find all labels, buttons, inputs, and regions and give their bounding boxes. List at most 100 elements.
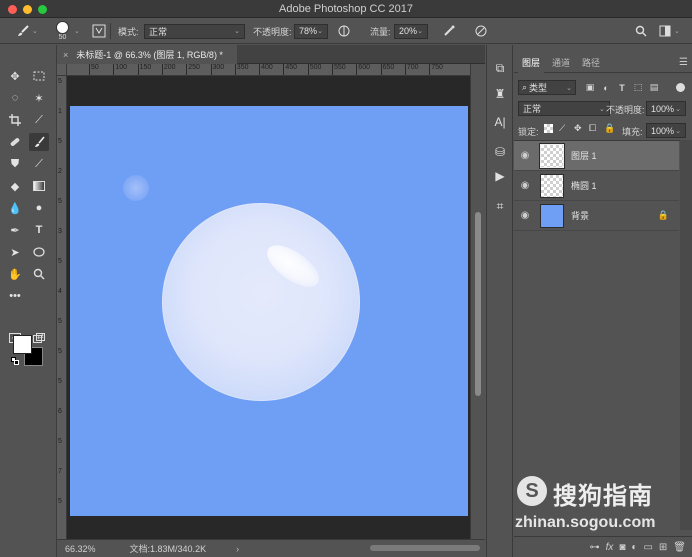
clone-stamp-tool[interactable]: ⛊ [5, 155, 25, 173]
blend-mode-select[interactable]: 正常 ⌄ [518, 101, 610, 116]
fill-input[interactable]: 100% ⌄ [646, 123, 686, 138]
document-tab[interactable]: × 未标题-1 @ 66.3% (图层 1, RGB/8) * [57, 45, 237, 64]
panel-menu-icon[interactable]: ☰ [679, 57, 688, 68]
add-mask-icon[interactable]: ◙ [619, 542, 625, 553]
filter-pixel-icon[interactable]: ▣ [584, 81, 596, 94]
new-group-icon[interactable]: ▭ [643, 542, 652, 553]
document-size: 文档:1.83M/340.2K [129, 544, 207, 554]
crop-icon[interactable]: ⌗ [491, 197, 509, 215]
filter-toggle[interactable] [676, 83, 685, 92]
character-panel-button[interactable]: A| [491, 113, 509, 131]
layer-opacity-input[interactable]: 100% ⌄ [646, 101, 686, 116]
flow-input[interactable]: 20% ⌄ [394, 23, 428, 39]
ruler-tick: 50 [89, 64, 99, 75]
layers-scrollbar[interactable] [680, 140, 692, 530]
delete-layer-icon[interactable]: 🗑 [673, 542, 686, 553]
history-brush-tool[interactable]: ⟋ [29, 155, 49, 173]
lock-icon: 🔒 [657, 210, 669, 220]
crop-tool[interactable] [5, 111, 25, 129]
brush-size-chevron[interactable]: ⌄ [74, 18, 80, 44]
brush-tool-preset[interactable]: ⌄ [14, 18, 38, 44]
workspace-switcher[interactable]: ⌄ [656, 18, 680, 44]
move-tool[interactable]: ✥ [5, 67, 25, 85]
zoom-tool[interactable] [29, 265, 49, 283]
tab-channels[interactable]: 通道 [548, 53, 574, 73]
close-tab-icon[interactable]: × [63, 50, 68, 60]
scrollbar-thumb[interactable] [475, 212, 481, 396]
canvas-horizontal-scrollbar[interactable] [370, 545, 480, 551]
type-tool[interactable]: T [29, 221, 49, 239]
adjustment-layer-icon[interactable]: ◐ [631, 542, 637, 553]
eye-icon[interactable]: ◉ [514, 180, 536, 191]
pen-tool[interactable]: ✒ [5, 221, 25, 239]
brush-settings-button[interactable] [90, 18, 108, 44]
brush-size-picker[interactable]: 50 [56, 18, 69, 44]
hand-tool[interactable]: ✋ [5, 265, 25, 283]
play-icon[interactable]: ▶ [491, 167, 509, 185]
pressure-size-button[interactable] [472, 18, 490, 44]
canvas-workspace[interactable] [67, 76, 470, 539]
ruler-origin[interactable] [57, 64, 67, 76]
ruler-tick: 4 [58, 288, 62, 295]
zoom-level[interactable]: 66.32% [65, 544, 96, 554]
vertical-ruler[interactable]: 5 1 5 2 5 3 5 4 5 5 5 6 5 7 5 [57, 76, 67, 539]
gradient-tool[interactable] [29, 177, 49, 195]
airbrush-button[interactable] [440, 18, 458, 44]
plugin-icon[interactable]: ⧉ [491, 59, 509, 77]
layer-row[interactable]: ◉ 背景 🔒 [514, 201, 679, 231]
lock-artboard-icon[interactable]: ⧠ [589, 123, 596, 134]
lock-position-icon[interactable]: ✥ [574, 123, 582, 134]
status-menu-arrow[interactable]: › [236, 544, 239, 554]
filter-adjustment-icon[interactable]: ◐ [600, 81, 612, 94]
more-tools-button[interactable]: ••• [5, 287, 25, 305]
link-layers-icon[interactable]: ⊶ [590, 542, 600, 553]
adjustments-icon[interactable]: ⛁ [491, 143, 509, 161]
pen-icon: ✒ [10, 224, 20, 237]
lock-all-icon[interactable]: 🔒 [604, 123, 615, 134]
brush-tool[interactable] [29, 133, 49, 151]
document-canvas[interactable] [70, 106, 468, 516]
screen-mode-button[interactable] [29, 329, 49, 347]
mode-value: 正常 [149, 26, 168, 37]
mode-select[interactable]: 正常 ⌄ [144, 23, 245, 39]
layer-filter-select[interactable]: ⌕ 类型 ⌄ [518, 80, 576, 95]
actions-icon[interactable]: ♜ [491, 85, 509, 103]
brush-size-value: 50 [58, 34, 67, 41]
blur-tool[interactable]: 💧 [5, 199, 25, 217]
eraser-tool[interactable]: ◆ [5, 177, 25, 195]
fx-icon[interactable]: fx [606, 542, 614, 553]
lock-label: 锁定: [518, 127, 539, 137]
lock-transparent-pixels-icon[interactable] [544, 124, 553, 133]
lasso-tool[interactable]: ◌ [5, 89, 25, 107]
filter-shape-icon[interactable]: ⬚ [632, 81, 644, 94]
filter-smart-object-icon[interactable]: ▤ [648, 81, 660, 94]
layer-row[interactable]: ◉ 椭圆 1 [514, 171, 679, 201]
tab-layers[interactable]: 图层 [518, 53, 545, 73]
eye-icon[interactable]: ◉ [514, 150, 536, 161]
pressure-opacity-button[interactable] [335, 18, 353, 44]
eye-icon[interactable]: ◉ [514, 210, 536, 221]
layer-row[interactable]: ◉ 图层 1 [514, 141, 679, 171]
marquee-tool[interactable] [29, 67, 49, 85]
new-layer-icon[interactable]: ⊞ [659, 542, 667, 553]
chevron-down-icon: ⌄ [234, 28, 240, 35]
dodge-tool[interactable]: ● [29, 199, 49, 217]
filter-type-icon[interactable]: T [616, 81, 628, 94]
healing-brush-tool[interactable] [5, 133, 25, 151]
magic-wand-tool[interactable]: ✶ [29, 89, 49, 107]
fill-value: 100% [651, 125, 675, 136]
path-selection-tool[interactable]: ➤ [5, 243, 25, 261]
ellipse-tool[interactable] [29, 243, 49, 261]
ruler-tick: 300 [210, 64, 224, 75]
collapsed-panel-dock: ⧉ ♜ A| ⛁ ▶ ⌗ [486, 45, 513, 557]
default-colors-icon[interactable] [11, 357, 19, 365]
eyedropper-tool[interactable]: ⟋ [29, 111, 49, 129]
horizontal-ruler[interactable]: 50 100 150 200 250 300 350 400 450 500 550 600 650 70… [67, 64, 470, 76]
foreground-color-swatch[interactable] [13, 335, 32, 354]
tab-paths[interactable]: 路径 [578, 53, 604, 73]
lock-image-pixels-icon[interactable]: ⟋ [559, 123, 565, 134]
ruler-tick: 5 [58, 348, 62, 355]
search-button[interactable] [632, 18, 650, 44]
opacity-input[interactable]: 78% ⌄ [294, 23, 328, 39]
canvas-vertical-scrollbar[interactable] [470, 64, 485, 539]
